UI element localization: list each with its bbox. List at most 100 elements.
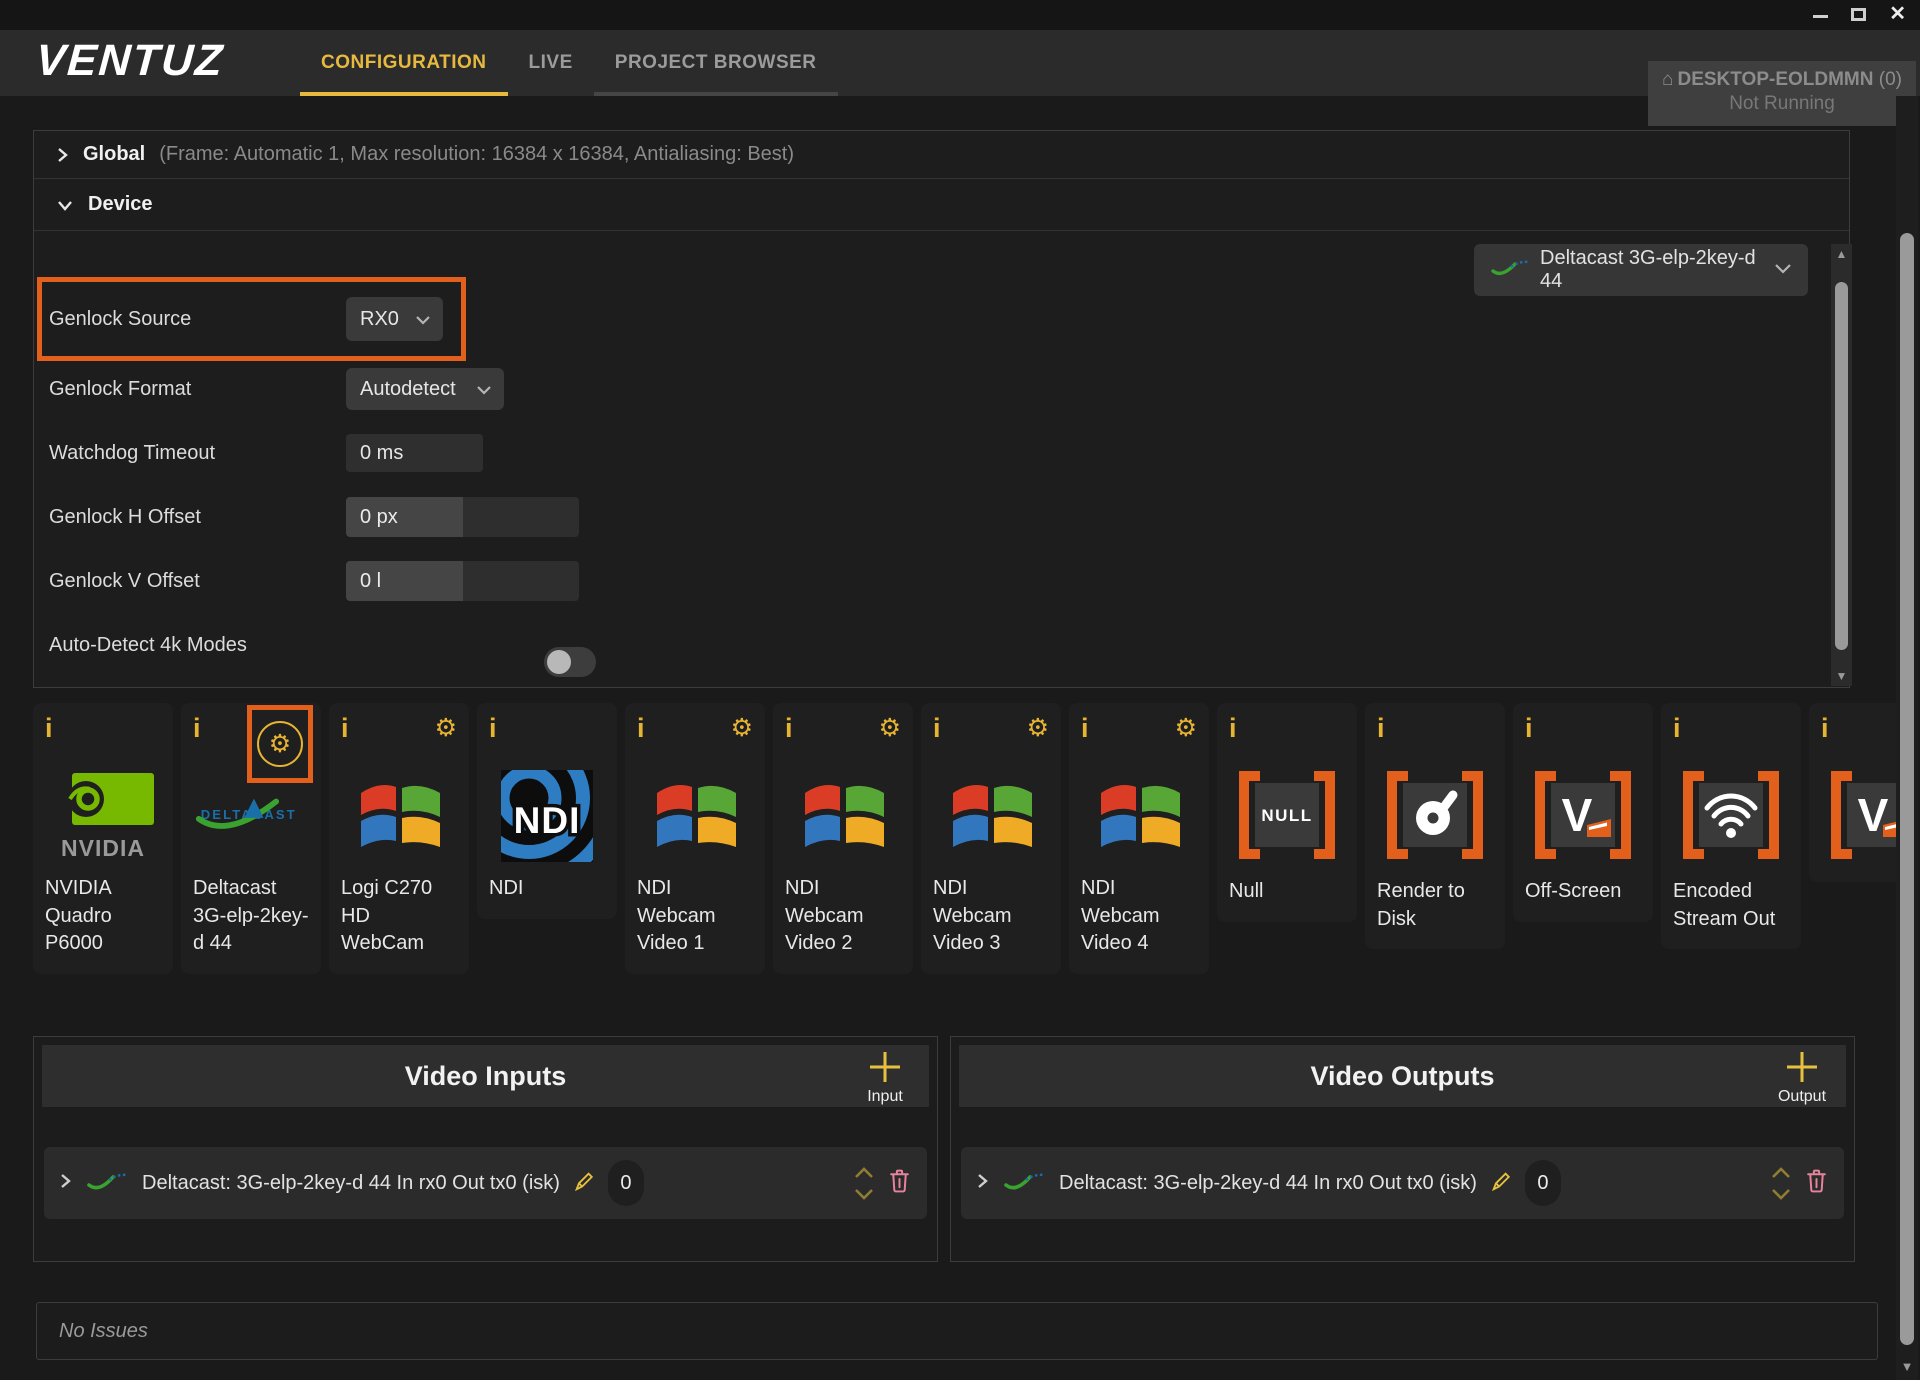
field-label: Watchdog Timeout: [49, 442, 215, 465]
scroll-down-icon[interactable]: ▼: [1896, 1359, 1918, 1374]
video-inputs-panel: Video Inputs Input Deltacast: 3G-elp-2ke…: [33, 1036, 938, 1262]
video-input-row[interactable]: Deltacast: 3G-elp-2key-d 44 In rx0 Out t…: [44, 1147, 927, 1219]
device-tile-ndi-webcam-video-3[interactable]: i ⚙ NDI Webcam Video 3: [921, 703, 1061, 974]
plus-icon: [1784, 1049, 1820, 1085]
delete-trash-icon[interactable]: [888, 1168, 911, 1198]
info-icon[interactable]: i: [1525, 713, 1533, 743]
info-icon[interactable]: i: [193, 713, 201, 743]
deltacast-logo-icon: [85, 1168, 129, 1199]
field-label: Genlock Format: [49, 378, 191, 401]
toggle-knob: [547, 650, 571, 674]
settings-gear-icon[interactable]: ⚙: [269, 729, 291, 759]
null-device-icon: NULL: [1235, 769, 1339, 866]
configuration-panel: Global (Frame: Automatic 1, Max resoluti…: [33, 130, 1850, 688]
device-tile-ndi-webcam-video-1[interactable]: i⚙ NDI Webcam Video 1: [625, 703, 765, 974]
info-icon[interactable]: i: [341, 713, 349, 743]
watchdog-timeout-input[interactable]: 0 ms: [346, 434, 483, 472]
chevron-down-icon[interactable]: [1770, 1188, 1792, 1200]
machine-status-box[interactable]: ⌂DESKTOP-EOLDMMN (0) Not Running: [1648, 61, 1916, 126]
info-icon[interactable]: i: [1377, 713, 1385, 743]
genlock-v-offset-slider[interactable]: 0 l: [346, 561, 579, 601]
tab-live[interactable]: LIVE: [508, 30, 594, 96]
genlock-source-dropdown[interactable]: RX0: [346, 297, 443, 341]
chevron-up-icon[interactable]: [853, 1167, 875, 1179]
device-tile-ndi-webcam-video-2[interactable]: i⚙ NDI Webcam Video 2: [773, 703, 913, 974]
video-output-name: Deltacast: 3G-elp-2key-d 44 In rx0 Out t…: [1059, 1172, 1477, 1195]
video-inputs-header: Video Inputs Input: [42, 1045, 929, 1107]
machine-status: Not Running: [1648, 93, 1916, 115]
genlock-h-offset-slider[interactable]: 0 px: [346, 497, 579, 537]
output-count-badge: 0: [1525, 1160, 1561, 1206]
main-scrollbar[interactable]: ▼: [1896, 96, 1918, 1380]
device-selector-dropdown[interactable]: Deltacast 3G-elp-2key-d 44: [1474, 244, 1808, 296]
tab-configuration[interactable]: CONFIGURATION: [300, 30, 508, 96]
scrollbar-thumb[interactable]: [1900, 233, 1914, 1345]
device-tile-ndi-webcam-video-4[interactable]: i⚙ NDI Webcam Video 4: [1069, 703, 1209, 974]
device-tile-label: Null: [1229, 878, 1345, 906]
info-icon[interactable]: i: [1821, 713, 1829, 743]
video-input-name: Deltacast: 3G-elp-2key-d 44 In rx0 Out t…: [142, 1172, 560, 1195]
tab-project-browser[interactable]: PROJECT BROWSER: [594, 30, 838, 96]
info-icon[interactable]: i: [489, 713, 497, 743]
settings-gear-icon[interactable]: ⚙: [435, 713, 457, 743]
device-tile-nvidia-quadro-p6000[interactable]: i NVIDIANVIDIA Quadro P6000: [33, 703, 173, 974]
add-output-button[interactable]: Output: [1772, 1049, 1832, 1106]
expand-chevron-icon[interactable]: [977, 1172, 989, 1195]
chevron-up-icon[interactable]: [1770, 1167, 1792, 1179]
field-label: Genlock H Offset: [49, 506, 201, 529]
device-tile-off-screen[interactable]: i VOff-Screen: [1513, 703, 1653, 922]
video-outputs-header: Video Outputs Output: [959, 1045, 1846, 1107]
settings-gear-icon[interactable]: ⚙: [1175, 713, 1197, 743]
info-icon[interactable]: i: [1081, 713, 1089, 743]
home-icon: ⌂: [1662, 69, 1673, 90]
reorder-spinner[interactable]: [853, 1167, 875, 1200]
device-tile-logi-c270-hd-webcam[interactable]: i⚙ Logi C270 HD WebCam: [329, 703, 469, 974]
field-label: Genlock V Offset: [49, 570, 200, 593]
info-icon[interactable]: i: [45, 713, 53, 743]
close-icon[interactable]: ✕: [1889, 1, 1906, 26]
scroll-up-icon[interactable]: ▲: [1831, 247, 1852, 261]
device-tile-label: Render to Disk: [1377, 878, 1493, 933]
expand-chevron-icon[interactable]: [60, 1172, 72, 1195]
device-tile-label: Off-Screen: [1525, 878, 1641, 906]
section-global[interactable]: Global (Frame: Automatic 1, Max resoluti…: [34, 131, 1849, 179]
stream-out-icon: [1679, 769, 1783, 866]
info-icon[interactable]: i: [1673, 713, 1681, 743]
delete-trash-icon[interactable]: [1805, 1168, 1828, 1198]
add-input-button[interactable]: Input: [855, 1049, 915, 1106]
section-device[interactable]: Device: [34, 179, 1849, 231]
genlock-format-dropdown[interactable]: Autodetect: [346, 368, 504, 410]
minimize-icon[interactable]: [1813, 15, 1828, 18]
video-output-row[interactable]: Deltacast: 3G-elp-2key-d 44 In rx0 Out t…: [961, 1147, 1844, 1219]
settings-gear-icon[interactable]: ⚙: [731, 713, 753, 743]
info-icon[interactable]: i: [933, 713, 941, 743]
settings-gear-icon[interactable]: ⚙: [1027, 713, 1049, 743]
windows-logo: [795, 774, 891, 858]
device-panel-scrollbar[interactable]: ▲ ▼: [1831, 244, 1852, 686]
settings-gear-button[interactable]: ⚙: [257, 721, 303, 767]
ventuz-logo: VENTUZ: [34, 36, 225, 86]
device-tile-label: NVIDIA Quadro P6000: [45, 875, 161, 958]
app-header: VENTUZ CONFIGURATIONLIVEPROJECT BROWSER …: [0, 30, 1920, 96]
info-icon[interactable]: i: [637, 713, 645, 743]
chevron-down-icon: [415, 308, 431, 331]
device-tile-deltacast-3g-elp-2key-d-44[interactable]: i ⚙ DELTACAST Deltacast 3G-elp-2key-d 44: [181, 703, 321, 974]
edit-pencil-icon[interactable]: [1490, 1170, 1512, 1197]
device-tile-label: NDI Webcam Video 3: [933, 875, 1049, 958]
auto-detect-4k-modes-toggle[interactable]: [544, 647, 596, 677]
device-tile-encoded-stream-out[interactable]: i Encoded Stream Out: [1661, 703, 1801, 949]
machine-name: ⌂DESKTOP-EOLDMMN (0): [1648, 69, 1916, 91]
scrollbar-thumb[interactable]: [1835, 282, 1848, 650]
device-tile-null[interactable]: i NULL Null: [1217, 703, 1357, 922]
edit-pencil-icon[interactable]: [573, 1170, 595, 1197]
device-tile-render-to-disk[interactable]: i Render to Disk: [1365, 703, 1505, 949]
device-tile-ndi[interactable]: i NDI NDI: [477, 703, 617, 919]
settings-gear-icon[interactable]: ⚙: [879, 713, 901, 743]
maximize-icon[interactable]: [1851, 8, 1866, 21]
reorder-spinner[interactable]: [1770, 1167, 1792, 1200]
chevron-down-icon[interactable]: [853, 1188, 875, 1200]
info-icon[interactable]: i: [1229, 713, 1237, 743]
info-icon[interactable]: i: [785, 713, 793, 743]
scroll-down-icon[interactable]: ▼: [1831, 669, 1852, 683]
device-tile[interactable]: i V: [1809, 703, 1897, 882]
